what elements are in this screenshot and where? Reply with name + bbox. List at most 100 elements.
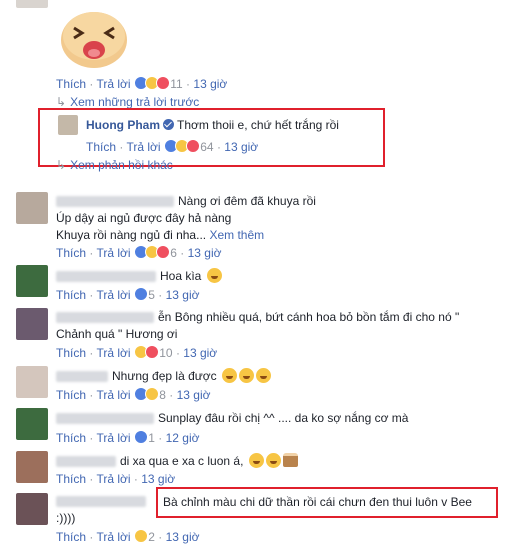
comment-line: :)))) — [56, 511, 76, 525]
blurred-author-name[interactable] — [56, 196, 174, 208]
like-reaction-icon — [133, 287, 148, 301]
like-link[interactable]: Thích — [56, 431, 86, 445]
reaction-count[interactable]: 8 — [159, 388, 166, 402]
comment-actions: Thích · Trả lời · 13 giờ — [56, 472, 176, 486]
view-previous-replies-label[interactable]: Xem những trả lời trước — [70, 95, 199, 109]
comment-text: Hoa kìa — [160, 269, 202, 283]
comment-line: Úp dậy ai ngủ được đây hả nàng — [56, 211, 232, 225]
comment-line: Bông nhiều quá, bứt cánh hoa bỏ bồn tắm … — [174, 310, 460, 324]
love-reaction-icon — [155, 76, 170, 90]
reaction-icons[interactable] — [133, 245, 170, 260]
huong-comment: Huong Pham Thơm thoii e, chứ hết trắng rồ… — [86, 118, 339, 132]
like-reaction-icon — [133, 430, 148, 444]
like-link[interactable]: Thích — [56, 288, 86, 302]
like-link[interactable]: Thích — [56, 77, 86, 91]
reaction-icons[interactable] — [163, 139, 200, 154]
timestamp[interactable]: 13 giờ — [141, 472, 175, 486]
timestamp[interactable]: 13 giờ — [183, 346, 217, 360]
laugh-emoji-icon — [256, 368, 272, 383]
reaction-icons[interactable] — [133, 345, 159, 360]
comment-body: Nhưng đẹp là được — [56, 368, 272, 383]
blurred-author-name[interactable] — [56, 496, 146, 508]
commenter-avatar[interactable] — [16, 451, 48, 483]
reaction-icons[interactable] — [133, 430, 148, 445]
view-other-replies-label[interactable]: Xem phản hồi khác — [70, 158, 173, 172]
comment-text: di xa qua e xa c luon á, — [120, 454, 244, 468]
comment-body: di xa qua e xa c luon á, — [56, 453, 298, 468]
reply-link[interactable]: Trả lời — [96, 246, 130, 260]
author-name[interactable]: Huong Pham — [86, 118, 160, 132]
comment-actions: Thích · Trả lời 6 · 13 giờ — [56, 245, 222, 260]
reaction-count[interactable]: 1 — [148, 431, 155, 445]
reaction-icons[interactable] — [133, 387, 159, 402]
reply-link[interactable]: Trả lời — [96, 346, 130, 360]
love-reaction-icon — [155, 245, 170, 259]
timestamp[interactable]: 13 giờ — [193, 77, 227, 91]
reply-link[interactable]: Trả lời — [96, 388, 130, 402]
reply-link[interactable]: Trả lời — [96, 77, 130, 91]
commenter-avatar[interactable] — [16, 308, 48, 340]
view-previous-replies[interactable]: ↳ Xem những trả lời trước — [56, 95, 199, 109]
like-link[interactable]: Thích — [56, 472, 86, 486]
comment-author-line — [56, 494, 150, 508]
reaction-count[interactable]: 5 — [148, 288, 155, 302]
cake-emoji-icon — [282, 453, 298, 467]
timestamp[interactable]: 13 giờ — [166, 288, 200, 302]
reply-link[interactable]: Trả lời — [96, 472, 130, 486]
comment-body: Nàng ơi đêm đã khuya rồi Úp dậy ai ngủ đ… — [56, 193, 316, 244]
like-link[interactable]: Thích — [56, 246, 86, 260]
huong-avatar[interactable] — [58, 115, 78, 135]
reaction-icons[interactable] — [133, 287, 148, 302]
commenter-avatar[interactable] — [16, 366, 48, 398]
laugh-emoji-icon — [239, 368, 255, 383]
comment-text: Thơm thoii e, chứ hết trắng rồi — [177, 118, 339, 132]
love-reaction-icon — [185, 139, 200, 153]
like-link[interactable]: Thích — [86, 140, 116, 154]
reaction-count[interactable]: 10 — [159, 346, 172, 360]
reaction-count[interactable]: 64 — [200, 140, 213, 154]
commenter-avatar[interactable] — [16, 408, 48, 440]
like-link[interactable]: Thích — [56, 346, 86, 360]
comment-text: Nhưng đẹp là được — [112, 369, 217, 383]
haha-reaction-icon — [133, 529, 148, 543]
huong-actions: Thích · Trả lời 64 · 13 giờ — [86, 139, 259, 154]
comment-body: Hoa kìa — [56, 268, 222, 283]
comment-line: Bà chỉnh màu chi dữ thần rồi cái chưn đe… — [163, 495, 472, 509]
reaction-count[interactable]: 11 — [170, 77, 182, 91]
reply-arrow-icon: ↳ — [56, 158, 67, 172]
laugh-emoji-icon — [222, 368, 238, 383]
reply-link[interactable]: Trả lời — [126, 140, 160, 154]
comment-text: Sunplay đâu rồi chị ^^ .... da ko sợ nắn… — [158, 411, 409, 425]
timestamp[interactable]: 13 giờ — [177, 388, 211, 402]
timestamp[interactable]: 13 giờ — [188, 246, 222, 260]
commenter-avatar[interactable] — [16, 493, 48, 525]
laugh-emoji-icon — [248, 453, 264, 468]
blurred-author-name[interactable] — [56, 413, 154, 425]
blurred-author-name[interactable] — [56, 312, 154, 324]
reply-link[interactable]: Trả lời — [96, 431, 130, 445]
timestamp[interactable]: 12 giờ — [166, 431, 200, 445]
author-name-suffix[interactable]: ễn — [158, 310, 171, 324]
laugh-emoji-icon — [265, 453, 281, 468]
top-avatar[interactable] — [16, 0, 48, 8]
haha-reaction-icon — [144, 387, 159, 401]
timestamp[interactable]: 13 giờ — [224, 140, 258, 154]
reaction-count[interactable]: 6 — [170, 246, 177, 260]
reply-link[interactable]: Trả lời — [96, 288, 130, 302]
comment-actions: Thích · Trả lời 1 · 12 giờ — [56, 430, 200, 445]
comment-line: Khuya rồi nàng ngủ đi nha... — [56, 228, 207, 242]
like-link[interactable]: Thích — [56, 388, 86, 402]
love-reaction-icon — [144, 345, 159, 359]
comment-line: Chảnh quá " Hương ơi — [56, 327, 178, 341]
commenter-avatar[interactable] — [16, 192, 48, 224]
sticker-actions: Thích · Trả lời 11 · 13 giờ — [56, 76, 228, 91]
blurred-author-name[interactable] — [56, 456, 116, 468]
reaction-icons[interactable] — [133, 76, 170, 91]
view-other-replies[interactable]: ↳ Xem phản hồi khác — [56, 158, 173, 172]
blurred-author-name[interactable] — [56, 271, 156, 283]
see-more-link[interactable]: Xem thêm — [209, 228, 264, 242]
blurred-author-name[interactable] — [56, 371, 108, 383]
commenter-avatar[interactable] — [16, 265, 48, 297]
reply-arrow-icon: ↳ — [56, 95, 67, 109]
kiss-emoji-icon — [206, 268, 222, 283]
